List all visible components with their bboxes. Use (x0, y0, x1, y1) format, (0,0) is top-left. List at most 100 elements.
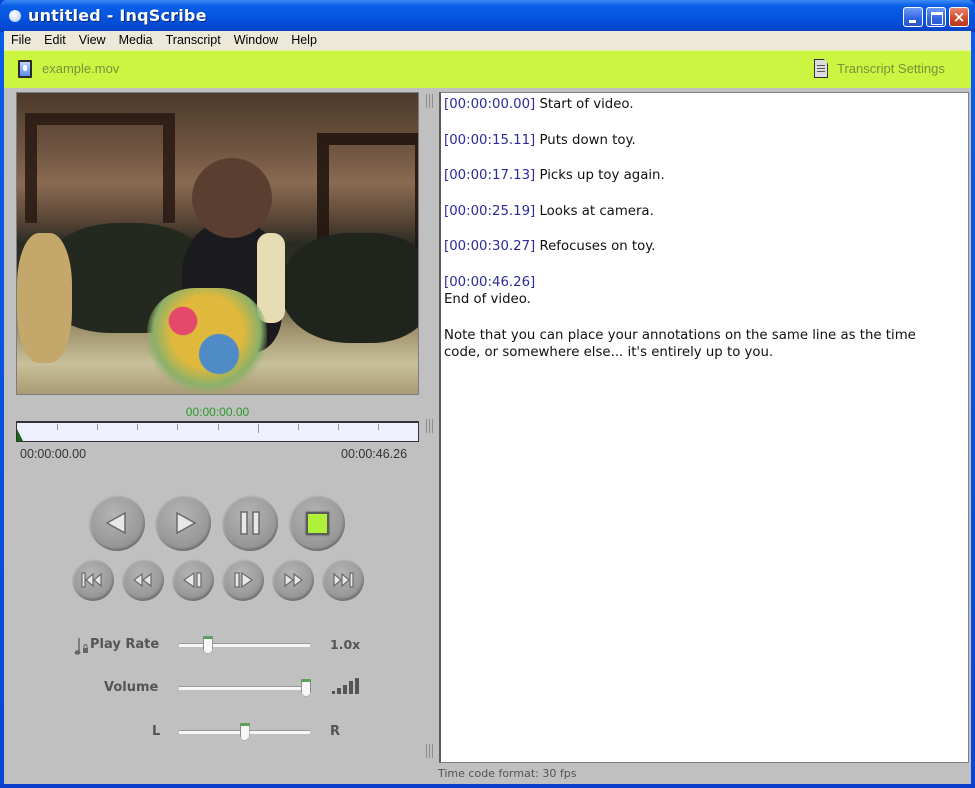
window-title: untitled - InqScribe (28, 6, 207, 25)
play-rate-thumb[interactable] (202, 636, 213, 654)
title-bar[interactable]: untitled - InqScribe × (0, 0, 975, 32)
fast-forward-icon (284, 572, 303, 588)
splitter-handle[interactable] (426, 94, 434, 108)
timecode-link[interactable]: [00:00:46.26] (444, 275, 535, 290)
skip-to-start-icon (81, 572, 102, 588)
go-to-start-button[interactable] (72, 559, 114, 601)
step-back-button[interactable] (172, 559, 214, 601)
play-button[interactable] (155, 495, 211, 551)
menu-window[interactable]: Window (227, 31, 284, 50)
menu-file[interactable]: File (4, 31, 37, 50)
play-reverse-icon (105, 511, 126, 535)
media-toolbar: example.mov Transcript Settings (4, 50, 971, 88)
balance-thumb[interactable] (239, 723, 250, 741)
status-bar-text: Time code format: 30 fps (438, 767, 577, 780)
main-content: 00:00:00.00 00:00:00.00 00:00:46.26 Play… (4, 88, 971, 784)
video-scene-baby-arm (257, 233, 285, 323)
timecode-link[interactable]: [00:00:15.11] (444, 133, 535, 148)
transcript-entry: [00:00:17.13] Picks up toy again. (444, 167, 968, 185)
window-bottom-border (0, 784, 975, 788)
timecode-link[interactable]: [00:00:30.27] (444, 239, 535, 254)
step-forward-button[interactable] (222, 559, 264, 601)
timecode-link[interactable]: [00:00:17.13] (444, 168, 535, 183)
menu-help[interactable]: Help (284, 31, 323, 50)
play-rate-value: 1.0x (330, 637, 361, 652)
menu-media[interactable]: Media (112, 31, 159, 50)
go-to-end-button[interactable] (322, 559, 364, 601)
transcript-entry: [00:00:25.19] Looks at camera. (444, 203, 968, 221)
volume-slider[interactable] (179, 679, 312, 697)
menu-edit[interactable]: Edit (37, 31, 72, 50)
play-rate-label: Play Rate (90, 637, 160, 652)
video-scene-teddy (17, 233, 72, 363)
stop-button[interactable] (289, 495, 345, 551)
skip-to-end-icon (333, 572, 354, 588)
annotation-text: End of video. (444, 292, 531, 307)
timeline-scrubber[interactable] (16, 421, 419, 442)
annotation-text: Puts down toy. (535, 132, 636, 148)
transcript-note: Note that you can place your annotations… (444, 327, 916, 361)
menu-view[interactable]: View (72, 31, 112, 50)
fast-rewind-icon (133, 572, 152, 588)
volume-thumb[interactable] (301, 679, 312, 697)
video-frame[interactable] (16, 92, 419, 395)
media-file-name[interactable]: example.mov (42, 61, 119, 76)
video-scene-toy (147, 288, 267, 394)
app-window: untitled - InqScribe × File Edit View Me… (0, 0, 975, 788)
minimize-button[interactable] (903, 7, 923, 27)
timeline-tick (297, 424, 299, 430)
splitter-handle[interactable] (426, 419, 434, 433)
fast-rewind-button[interactable] (122, 559, 164, 601)
timeline-tick (57, 424, 59, 430)
transcript-entry: [00:00:00.00] Start of video. (444, 96, 968, 114)
timeline-tick (97, 424, 99, 430)
timeline-tick (177, 424, 179, 430)
transcript-entry: [00:00:46.26] End of video. (444, 274, 968, 309)
video-scene-cushion (282, 233, 418, 343)
timeline-tick (377, 424, 379, 430)
play-icon (176, 511, 197, 535)
maximize-button[interactable] (926, 7, 946, 27)
balance-left-label: L (152, 724, 161, 739)
timeline-tick (337, 424, 339, 430)
pause-icon (240, 511, 260, 535)
pause-button[interactable] (222, 495, 278, 551)
transcript-editor[interactable]: [00:00:00.00] Start of video. [00:00:15.… (439, 92, 969, 763)
step-forward-icon (234, 571, 254, 589)
close-button[interactable]: × (949, 7, 969, 27)
end-time: 00:00:46.26 (341, 447, 408, 461)
volume-level-icon (332, 678, 359, 694)
app-icon (9, 10, 21, 22)
transcript-entry: [00:00:15.11] Puts down toy. (444, 132, 968, 150)
rewind-play-button[interactable] (89, 495, 145, 551)
movie-file-icon[interactable] (18, 60, 32, 78)
close-icon: × (952, 8, 966, 26)
play-rate-slider[interactable] (179, 636, 310, 654)
stop-icon (306, 512, 329, 535)
timeline-tick (137, 424, 139, 430)
start-time: 00:00:00.00 (20, 447, 87, 461)
step-back-icon (182, 571, 202, 589)
document-icon[interactable] (814, 59, 828, 78)
fast-forward-button[interactable] (272, 559, 314, 601)
current-time: 00:00:00.00 (185, 405, 250, 419)
playhead[interactable] (17, 429, 23, 441)
transcript-entry: [00:00:30.27] Refocuses on toy. (444, 238, 968, 256)
video-scene-baby-head (192, 158, 272, 238)
timeline-tick (257, 424, 259, 433)
balance-right-label: R (330, 724, 341, 739)
annotation-text: Picks up toy again. (535, 168, 665, 183)
annotation-text: Looks at camera. (535, 203, 654, 219)
timeline-tick (217, 424, 219, 430)
timecode-link[interactable]: [00:00:00.00] (444, 97, 535, 112)
annotation-text: Start of video. (535, 97, 634, 112)
menu-bar: File Edit View Media Transcript Window H… (4, 31, 971, 50)
menu-transcript[interactable]: Transcript (159, 31, 227, 50)
video-scene-chair (25, 113, 175, 223)
splitter-handle[interactable] (426, 744, 434, 758)
balance-slider[interactable] (179, 723, 310, 741)
annotation-text: Refocuses on toy. (535, 239, 656, 254)
music-note-icon (74, 638, 88, 655)
timecode-link[interactable]: [00:00:25.19] (444, 204, 535, 219)
transcript-settings-button[interactable]: Transcript Settings (837, 61, 945, 76)
